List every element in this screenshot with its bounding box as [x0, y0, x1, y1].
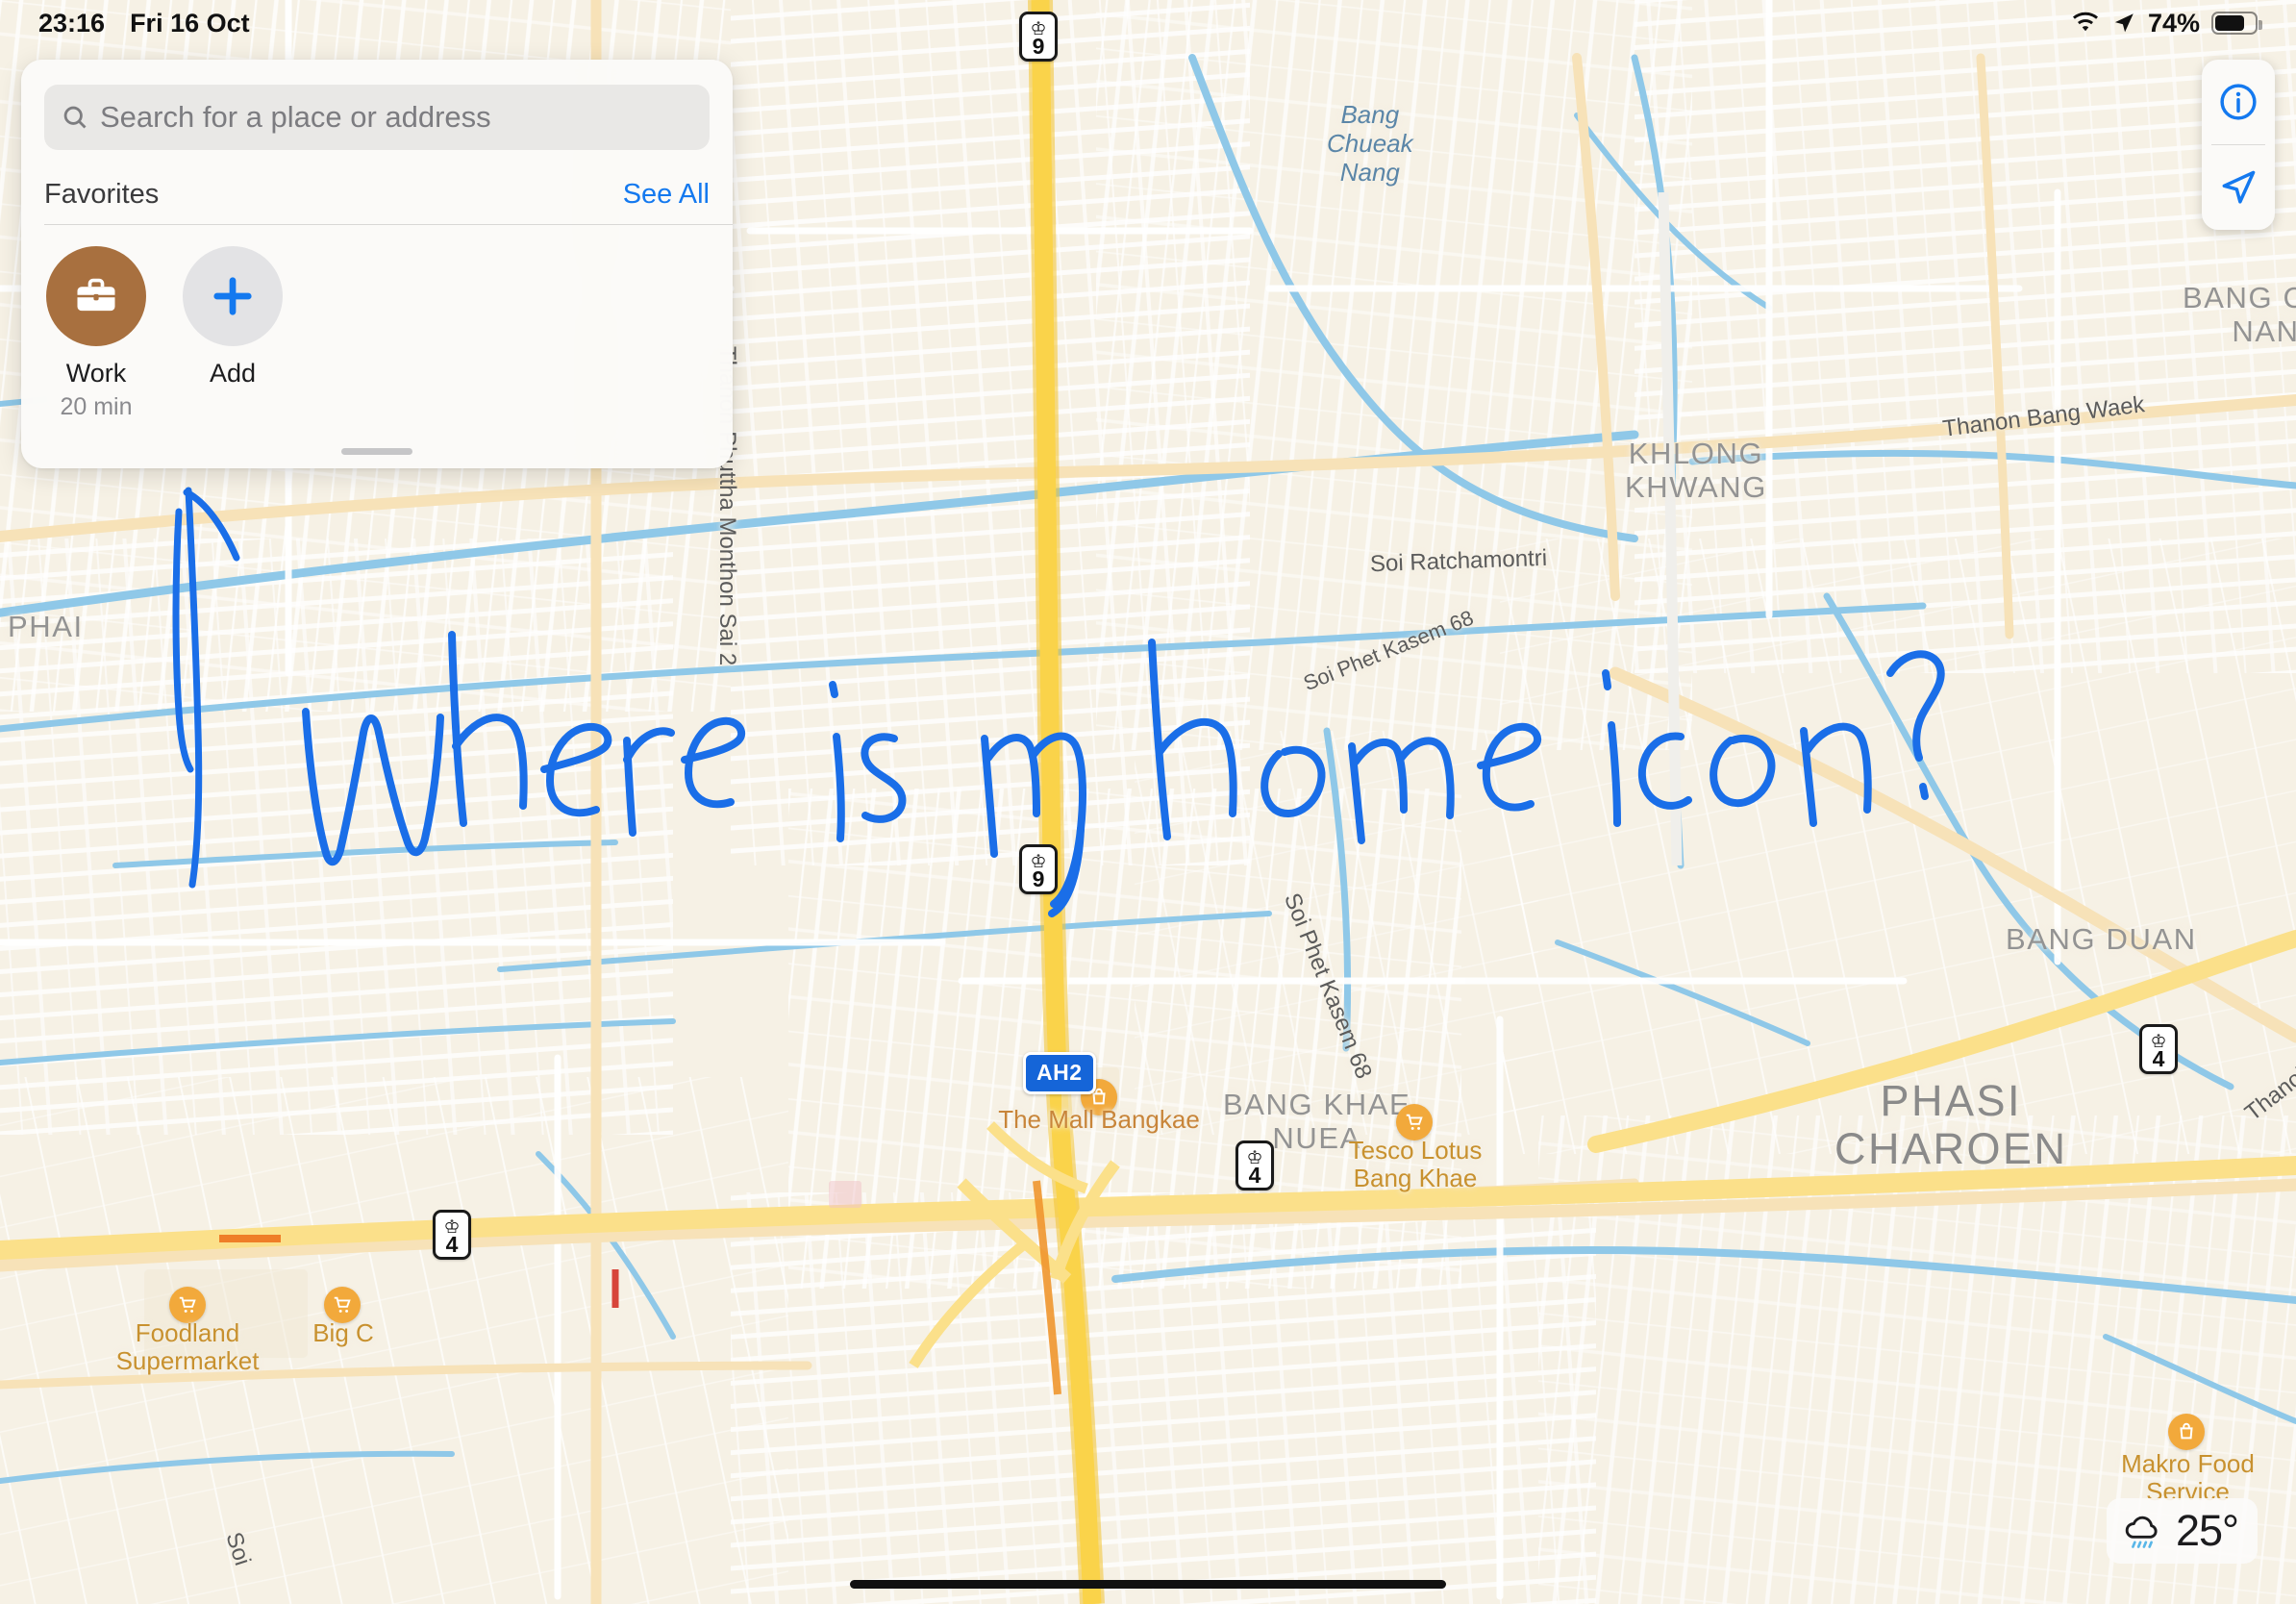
route-number: 4	[1248, 1163, 1261, 1188]
shopping-cart-icon	[1406, 1114, 1423, 1130]
temperature-value: 25°	[2175, 1506, 2239, 1555]
favorite-item-add[interactable]: Add	[181, 246, 285, 421]
see-all-button[interactable]: See All	[623, 179, 710, 211]
highway-badge-ah2: AH2	[1023, 1052, 1096, 1094]
favorites-header: Favorites See All	[21, 150, 733, 224]
favorite-icon-circle	[46, 246, 146, 346]
route-number: 9	[1032, 866, 1045, 891]
home-indicator[interactable]	[850, 1580, 1446, 1589]
rain-cloud-icon	[2125, 1516, 2158, 1548]
map-controls	[2202, 60, 2275, 230]
shopping-bag-icon	[2180, 1422, 2193, 1440]
favorite-icon-circle	[183, 246, 283, 346]
location-arrow-icon	[2222, 170, 2256, 204]
route-shield: ♔ 4	[1235, 1140, 1274, 1190]
plus-icon	[213, 277, 252, 315]
route-number: 4	[2152, 1046, 2165, 1071]
favorite-item-work[interactable]: Work 20 min	[44, 246, 148, 421]
weather-widget[interactable]: 25°	[2106, 1498, 2258, 1564]
search-input[interactable]: Search for a place or address	[44, 85, 710, 150]
info-icon	[2220, 84, 2257, 120]
poi-pin[interactable]	[324, 1287, 361, 1323]
search-panel[interactable]: Search for a place or address Favorites …	[21, 60, 733, 468]
favorite-label: Add	[209, 359, 257, 388]
search-placeholder: Search for a place or address	[100, 100, 491, 134]
poi-pin[interactable]	[169, 1287, 206, 1323]
route-number: 4	[445, 1232, 459, 1257]
route-shield: ♔ 9	[1019, 844, 1058, 894]
favorites-title: Favorites	[44, 179, 160, 210]
shopping-cart-icon	[334, 1296, 351, 1313]
route-shield: ♔ 4	[433, 1210, 471, 1260]
route-number: 9	[1032, 34, 1045, 59]
poi-pin[interactable]	[2168, 1414, 2205, 1450]
map-info-button[interactable]	[2202, 60, 2275, 144]
route-shield: ♔ 4	[2139, 1024, 2178, 1074]
ipad-maps-screen: PHAI KHLONG KHWANG BANG CHUE NANG BANG K…	[0, 0, 2296, 1604]
search-icon	[63, 106, 87, 129]
route-shield: ♔ 9	[1019, 12, 1058, 62]
shopping-cart-icon	[179, 1296, 196, 1313]
poi-pin[interactable]	[1396, 1104, 1433, 1140]
favorites-row: Work 20 min Add	[21, 225, 733, 429]
locate-me-button[interactable]	[2202, 145, 2275, 230]
favorite-label: Work	[65, 359, 127, 388]
favorite-eta: 20 min	[60, 393, 133, 420]
briefcase-icon	[77, 278, 115, 312]
panel-drag-handle[interactable]	[341, 448, 412, 455]
